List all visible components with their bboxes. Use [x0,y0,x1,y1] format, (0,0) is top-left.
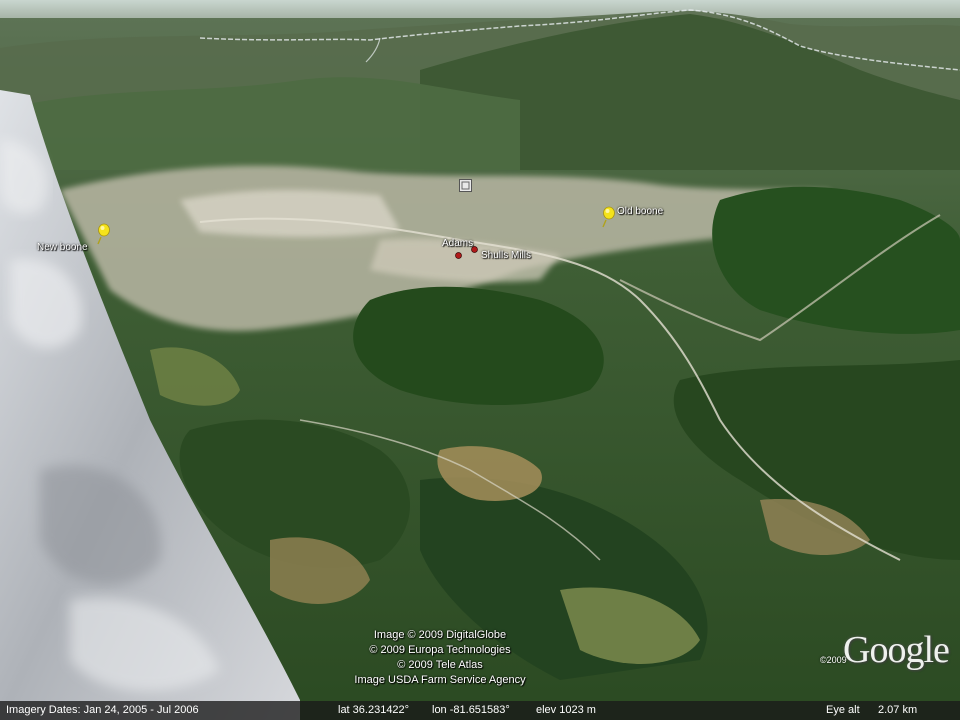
placemark-label-old-boone[interactable]: Old boone [617,206,663,218]
attribution-line: © 2009 Europa Technologies [369,644,511,656]
terrain-imagery [0,0,960,720]
map-viewport[interactable]: New boone Old boone Adams Shulls Mills [0,0,960,720]
placemark-label-shulls-mills[interactable]: Shulls Mills [481,250,531,262]
latitude-readout: lat 36.231422° [338,704,410,716]
pushpin-icon[interactable] [96,223,110,245]
imagery-attribution: Image © 2009 DigitalGlobe © 2009 Europa … [340,628,540,688]
attribution-line: Image © 2009 DigitalGlobe [373,629,507,641]
imagery-dates: Imagery Dates: Jan 24, 2005 - Jul 2006 [6,704,199,716]
attribution-line: Image USDA Farm Service Agency [354,674,526,686]
google-logo: Google [843,629,950,671]
placemark-label-new-boone[interactable]: New boone [37,242,88,254]
pushpin-icon[interactable] [601,206,615,228]
eye-altitude-label: Eye alt [826,704,860,716]
eye-altitude-value: 2.07 km [878,704,918,716]
attribution-line: © 2009 Tele Atlas [397,659,483,671]
placemark-label-adams[interactable]: Adams [442,238,473,250]
place-dot-icon[interactable] [471,246,478,253]
panoramio-icon[interactable] [459,179,472,192]
status-bar: Imagery Dates: Jan 24, 2005 - Jul 2006 l… [0,701,960,720]
longitude-readout: lon -81.651583° [432,704,510,716]
place-dot-icon[interactable] [455,252,462,259]
elevation-readout: elev 1023 m [536,704,596,716]
